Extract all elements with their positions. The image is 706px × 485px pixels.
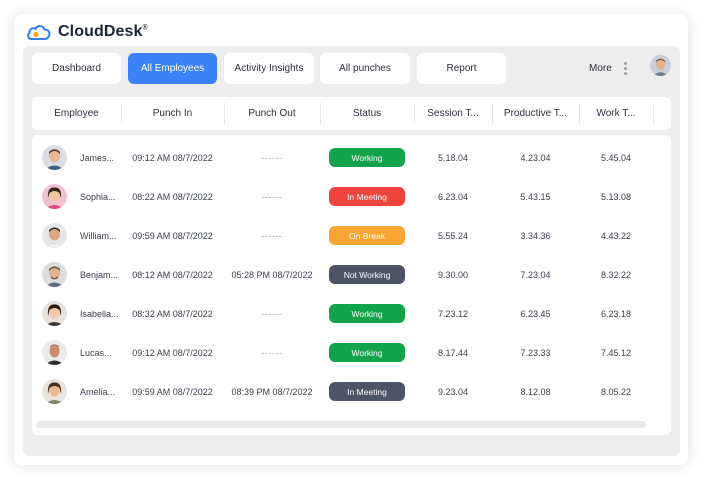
table-row[interactable]: Amelia... 09:59 AM 08/7/2022 08:39 PM 08… <box>32 372 671 411</box>
punch-in-cell: 08:32 AM 08/7/2022 <box>132 308 213 319</box>
session-time-cell: 8.17.44 <box>437 347 469 358</box>
user-avatar[interactable] <box>650 55 671 76</box>
employee-avatar <box>42 184 67 209</box>
session-time-cell: 6.23.04 <box>437 191 469 202</box>
punch-out-cell: 08:39 PM 08/7/2022 <box>231 386 313 397</box>
employee-table-body: James... 09:12 AM 08/7/2022 ------ Worki… <box>32 135 671 435</box>
employee-name: William... <box>80 230 117 241</box>
tab-report[interactable]: Report <box>417 53 506 84</box>
brand: CloudDesk® <box>26 20 148 44</box>
punch-in-cell: 09:59 AM 08/7/2022 <box>132 230 213 241</box>
employee-avatar <box>42 145 67 170</box>
work-time-cell: 7.45.12 <box>600 347 632 358</box>
brand-name: CloudDesk® <box>58 23 148 40</box>
session-time-cell: 9.23.04 <box>437 386 469 397</box>
employee-cell: Benjam... <box>42 255 118 294</box>
work-time-cell: 8.32.22 <box>600 269 632 280</box>
employee-avatar <box>42 379 67 404</box>
punch-in-cell: 09:12 AM 08/7/2022 <box>132 152 213 163</box>
work-time-cell: 5.13.08 <box>600 191 632 202</box>
table-row[interactable]: Isabella... 08:32 AM 08/7/2022 ------ Wo… <box>32 294 671 333</box>
table-row[interactable]: William... 09:59 AM 08/7/2022 ------ On … <box>32 216 671 255</box>
employee-cell: Lucas... <box>42 333 112 372</box>
session-time-cell: 5.18.04 <box>437 152 469 163</box>
more-menu[interactable]: More <box>589 62 627 75</box>
horizontal-scrollbar[interactable] <box>36 421 646 428</box>
table-header: Employee Punch In Punch Out Status Sessi… <box>32 97 671 130</box>
employee-name: Benjam... <box>80 269 119 280</box>
status-cell: Not Working <box>320 255 414 294</box>
productive-time-cell: 3.34.36 <box>520 230 551 241</box>
punch-out-cell: ------ <box>261 347 283 358</box>
column-header-punch-out[interactable]: Punch Out <box>224 97 320 130</box>
status-cell: Working <box>320 333 414 372</box>
table-row[interactable]: Benjam... 08:12 AM 08/7/2022 05:28 PM 08… <box>32 255 671 294</box>
employee-avatar <box>42 262 67 287</box>
status-badge[interactable]: In Meeting <box>329 187 405 206</box>
punch-out-cell: 05:28 PM 08/7/2022 <box>231 269 313 280</box>
punch-out-cell: ------ <box>261 308 283 319</box>
employee-name: Lucas... <box>80 347 112 358</box>
kebab-menu-icon <box>623 62 627 75</box>
status-cell: In Meeting <box>320 177 414 216</box>
punch-out-cell: ------ <box>261 152 283 163</box>
session-time-cell: 5.55.24 <box>437 230 469 241</box>
productive-time-cell: 5.43.15 <box>520 191 551 202</box>
work-time-cell: 8.05.22 <box>600 386 632 397</box>
work-time-cell: 4.43.22 <box>600 230 632 241</box>
table-row[interactable]: Lucas... 09:12 AM 08/7/2022 ------ Worki… <box>32 333 671 372</box>
tab-all-employees[interactable]: All Employees <box>128 53 217 84</box>
employee-cell: William... <box>42 216 117 255</box>
column-header-work-time[interactable]: Work T... <box>579 97 653 130</box>
productive-time-cell: 7.23.04 <box>520 269 551 280</box>
tab-all-punches[interactable]: All punches <box>320 53 410 84</box>
employee-name: Amelia... <box>80 386 116 397</box>
punch-in-cell: 08:22 AM 08/7/2022 <box>132 191 213 202</box>
tab-activity-insights[interactable]: Activity Insights <box>224 53 314 84</box>
employee-cell: Amelia... <box>42 372 115 411</box>
punch-in-cell: 09:12 AM 08/7/2022 <box>132 347 213 358</box>
session-time-cell: 7.23.12 <box>437 308 469 319</box>
status-badge[interactable]: On Break <box>329 226 405 245</box>
employee-name: Sophia... <box>80 191 116 202</box>
punch-in-cell: 09:59 AM 08/7/2022 <box>132 386 213 397</box>
employee-name: James... <box>80 152 115 163</box>
employee-cell: Sophia... <box>42 177 116 216</box>
status-cell: Working <box>320 138 414 177</box>
status-badge[interactable]: In Meeting <box>329 382 405 401</box>
employee-avatar <box>42 301 67 326</box>
session-time-cell: 9.30.00 <box>437 269 469 280</box>
status-cell: Working <box>320 294 414 333</box>
productive-time-cell: 6.23.45 <box>520 308 551 319</box>
productive-time-cell: 4.23.04 <box>520 152 551 163</box>
more-label: More <box>589 63 612 74</box>
productive-time-cell: 8.12.08 <box>520 386 551 397</box>
punch-out-cell: ------ <box>261 230 283 241</box>
employee-avatar <box>42 223 67 248</box>
work-time-cell: 5.45.04 <box>600 152 632 163</box>
work-time-cell: 6.23.18 <box>600 308 632 319</box>
productive-time-cell: 7.23.33 <box>520 347 551 358</box>
cloud-logo-icon <box>27 25 51 40</box>
status-badge[interactable]: Working <box>329 343 405 362</box>
status-badge[interactable]: Working <box>329 148 405 167</box>
status-badge[interactable]: Working <box>329 304 405 323</box>
column-header-productive-time[interactable]: Productive T... <box>492 97 579 130</box>
employee-name: Isabella... <box>80 308 119 319</box>
employee-cell: James... <box>42 138 114 177</box>
tab-dashboard[interactable]: Dashboard <box>32 53 121 84</box>
table-row[interactable]: Sophia... 08:22 AM 08/7/2022 ------ In M… <box>32 177 671 216</box>
punch-out-cell: ------ <box>261 191 283 202</box>
punch-in-cell: 08:12 AM 08/7/2022 <box>132 269 213 280</box>
status-cell: On Break <box>320 216 414 255</box>
employee-avatar <box>42 340 67 365</box>
column-header-employee[interactable]: Employee <box>32 97 121 130</box>
column-header-punch-in[interactable]: Punch In <box>121 97 224 130</box>
status-badge[interactable]: Not Working <box>329 265 405 284</box>
table-row[interactable]: James... 09:12 AM 08/7/2022 ------ Worki… <box>32 138 671 177</box>
employee-cell: Isabella... <box>42 294 119 333</box>
status-cell: In Meeting <box>320 372 414 411</box>
column-header-status[interactable]: Status <box>320 97 414 130</box>
column-header-session-time[interactable]: Session T... <box>414 97 492 130</box>
